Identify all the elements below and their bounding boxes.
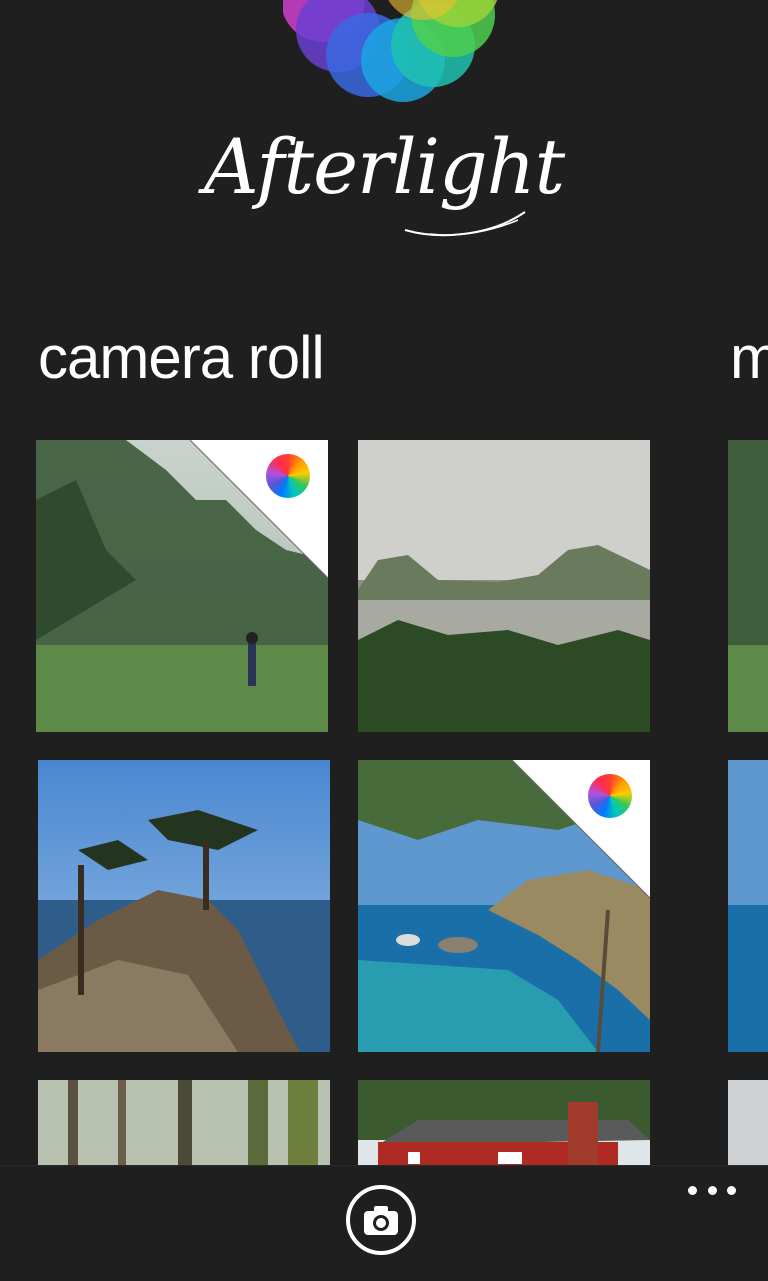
more-options-button[interactable] (684, 1178, 740, 1202)
camera-icon (364, 1206, 398, 1235)
photo-thumbnail (728, 760, 768, 1052)
photo-tile[interactable] (358, 440, 650, 732)
photo-tile[interactable] (38, 760, 330, 1052)
afterlight-flower-icon (283, 0, 498, 102)
photo-thumbnail (38, 1080, 330, 1168)
more-dot-icon (688, 1185, 697, 1195)
photo-tile[interactable] (36, 440, 328, 732)
photo-thumbnail (728, 1080, 768, 1168)
photo-tile[interactable] (38, 1080, 330, 1168)
camera-button[interactable] (346, 1185, 416, 1255)
logo-swash-decoration (404, 211, 526, 237)
photo-thumbnail (38, 760, 330, 1052)
more-dot-icon (727, 1185, 736, 1195)
app-bar (0, 1165, 768, 1281)
photo-tile[interactable] (358, 760, 650, 1052)
page-fold-icon (189, 440, 328, 579)
photo-thumbnail (358, 440, 650, 732)
photo-thumbnail (728, 440, 768, 732)
more-dot-icon (707, 1185, 717, 1195)
section-title-camera-roll[interactable]: camera roll (38, 323, 325, 393)
page-fold-icon (511, 760, 650, 899)
photo-thumbnail (358, 1080, 650, 1168)
app-logo-text: Afterlight (203, 122, 565, 211)
edited-badge (511, 760, 650, 899)
afterlight-badge-icon (266, 454, 310, 498)
edited-badge (189, 440, 328, 579)
photo-tile-peek[interactable] (728, 440, 768, 732)
photo-tile-peek[interactable] (728, 1080, 768, 1168)
photo-tile[interactable] (358, 1080, 650, 1168)
afterlight-badge-icon (588, 774, 632, 818)
photo-tile-peek[interactable] (728, 760, 768, 1052)
section-title-next-peek[interactable]: m (730, 323, 768, 393)
